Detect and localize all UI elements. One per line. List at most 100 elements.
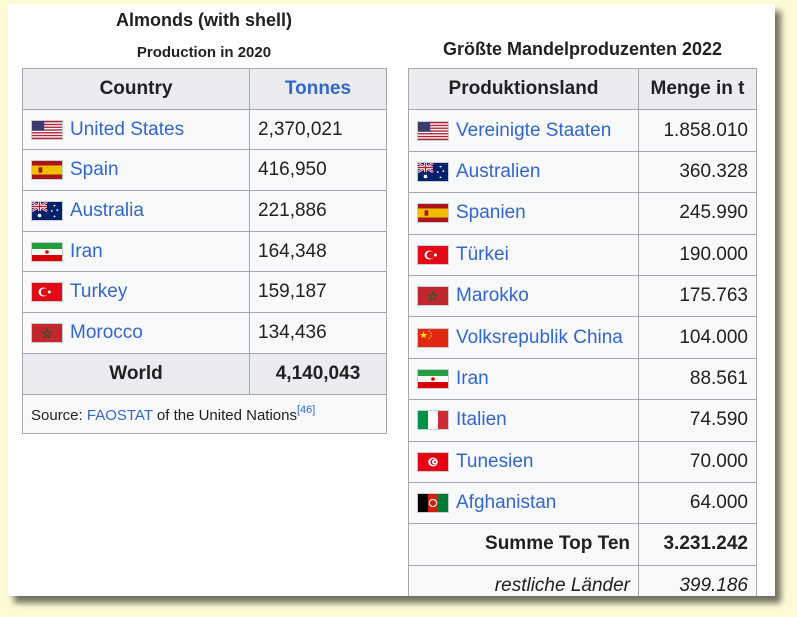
table-row: Spain 416,950 — [22, 149, 387, 192]
rest-value: 399.186 — [638, 564, 757, 596]
flag-ma-icon — [417, 286, 449, 307]
table-row: Australien 360.328 — [408, 150, 757, 194]
flag-tr-icon — [417, 244, 449, 265]
country-cell: Australia — [22, 190, 250, 232]
flag-es-icon — [31, 160, 63, 181]
source-row: Source: FAOSTAT of the United Nations[46… — [22, 393, 387, 434]
table-row: Iran 164,348 — [22, 230, 387, 273]
country-cell: Volksrepublik China — [408, 316, 639, 359]
table-row: Turkey 159,187 — [22, 271, 387, 314]
flag-au-icon — [417, 161, 449, 182]
country-link[interactable]: Spanien — [456, 202, 526, 224]
amount-cell: 104.000 — [638, 316, 757, 359]
source-suffix: of the United Nations — [152, 406, 297, 424]
almond-production-2020-table: Country Tonnes United States 2,370,021 S… — [22, 68, 387, 434]
flag-au-icon — [31, 200, 63, 221]
table-row: Iran 88.561 — [408, 357, 757, 401]
flag-us-icon — [31, 119, 63, 140]
country-link[interactable]: Marokko — [456, 285, 529, 307]
country-link[interactable]: Türkei — [456, 244, 509, 266]
flag-ma-icon — [31, 322, 63, 343]
table-row: Vereinigte Staaten 1.858.010 — [408, 109, 757, 152]
amount-cell: 190.000 — [638, 233, 757, 276]
produktionsland-column-header: Produktionsland — [408, 67, 639, 111]
flag-us-icon — [417, 120, 449, 141]
table-header-row: Produktionsland Menge in t — [408, 67, 757, 111]
amount-cell: 64.000 — [638, 481, 757, 525]
country-column-header: Country — [22, 68, 250, 110]
world-total: 4,140,043 — [249, 352, 387, 395]
country-cell: Iran — [408, 357, 639, 401]
screenshot-frame: Almonds (with shell) Production in 2020 … — [8, 4, 775, 596]
flag-cn-icon — [417, 327, 449, 348]
country-link[interactable]: Vereinigte Staaten — [456, 120, 611, 142]
mandelproduzenten-2022-table: Produktionsland Menge in t Vereinigte St… — [408, 67, 757, 596]
tonnes-column-header[interactable]: Tonnes — [249, 68, 387, 110]
source-prefix: Source: — [31, 406, 87, 424]
table-row: Australia 221,886 — [22, 190, 387, 232]
country-link[interactable]: Tunesien — [456, 451, 533, 473]
flag-tr-icon — [31, 282, 63, 303]
table-row: Tunesien 70.000 — [408, 440, 757, 483]
table-row: Spanien 245.990 — [408, 192, 757, 235]
flag-ir-icon — [417, 368, 449, 389]
table-row: United States 2,370,021 — [22, 108, 387, 151]
country-link[interactable]: Iran — [70, 241, 103, 263]
country-link[interactable]: Morocco — [70, 322, 143, 344]
country-link[interactable]: Afghanistan — [456, 492, 556, 514]
country-cell: Iran — [22, 230, 250, 273]
table-row: Marokko 175.763 — [408, 274, 757, 318]
country-link[interactable]: Volksrepublik China — [456, 327, 623, 349]
amount-cell: 88.561 — [638, 357, 757, 401]
table-row: Volksrepublik China 104.000 — [408, 316, 757, 359]
country-cell: Marokko — [408, 274, 639, 318]
table-row: Italien 74.590 — [408, 399, 757, 442]
amount-cell: 175.763 — [638, 274, 757, 318]
table-header-row: Country Tonnes — [22, 68, 387, 110]
country-cell: Spanien — [408, 192, 639, 235]
country-cell: Spain — [22, 149, 250, 192]
country-link[interactable]: Australien — [456, 161, 541, 183]
country-link[interactable]: Iran — [456, 368, 489, 390]
tonnes-cell: 134,436 — [249, 312, 387, 354]
amount-cell: 1.858.010 — [638, 109, 757, 152]
left-table-caption: Almonds (with shell) — [115, 10, 292, 30]
reference-link[interactable]: [46] — [297, 404, 315, 416]
summe-label: Summe Top Ten — [408, 523, 639, 566]
table-row: Morocco 134,436 — [22, 312, 387, 354]
amount-cell: 74.590 — [638, 399, 757, 442]
country-cell: Australien — [408, 150, 639, 194]
amount-cell: 245.990 — [638, 192, 757, 235]
flag-it-icon — [417, 410, 449, 431]
total-row: World 4,140,043 — [22, 352, 387, 395]
country-link[interactable]: United States — [70, 119, 184, 141]
country-cell: Morocco — [22, 312, 250, 354]
table-row: Türkei 190.000 — [408, 233, 757, 276]
country-cell: United States — [22, 108, 250, 151]
country-cell: Afghanistan — [408, 481, 639, 525]
country-cell: Türkei — [408, 233, 639, 276]
amount-cell: 360.328 — [638, 150, 757, 194]
summe-value: 3.231.242 — [638, 523, 757, 566]
rest-label: restliche Länder — [408, 564, 639, 596]
world-label: World — [22, 352, 250, 395]
flag-af-icon — [417, 493, 449, 514]
tonnes-cell: 221,886 — [249, 190, 387, 232]
country-link[interactable]: Spain — [70, 159, 119, 181]
tonnes-cell: 416,950 — [249, 149, 387, 192]
tonnes-cell: 159,187 — [249, 271, 387, 314]
tonnes-cell: 164,348 — [249, 230, 387, 273]
country-cell: Vereinigte Staaten — [408, 109, 639, 152]
flag-es-icon — [417, 203, 449, 224]
source-note: Source: FAOSTAT of the United Nations[46… — [22, 393, 387, 434]
total-row: Summe Top Ten 3.231.242 — [408, 523, 757, 566]
country-link[interactable]: Australia — [70, 200, 144, 222]
country-link[interactable]: Turkey — [70, 281, 127, 303]
flag-ir-icon — [31, 241, 63, 262]
faostat-link[interactable]: FAOSTAT — [87, 407, 153, 424]
country-link[interactable]: Italien — [456, 409, 507, 431]
country-cell: Italien — [408, 399, 639, 442]
table-row: Afghanistan 64.000 — [408, 481, 757, 525]
rest-row: restliche Länder 399.186 — [408, 564, 757, 596]
country-cell: Tunesien — [408, 440, 639, 483]
